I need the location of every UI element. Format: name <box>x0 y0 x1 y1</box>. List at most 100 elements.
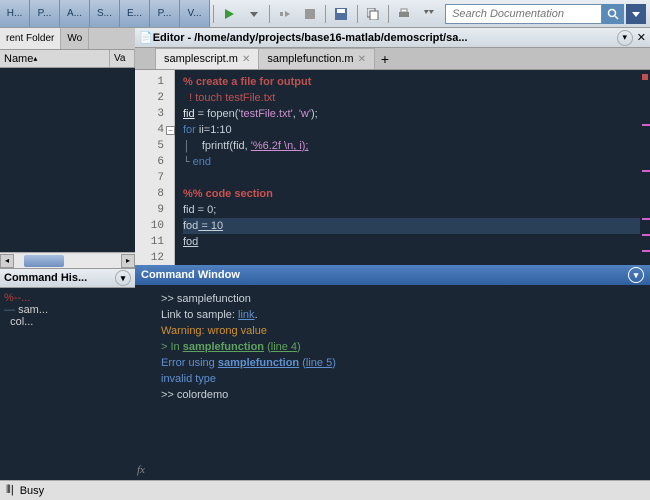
tab-label: samplefunction.m <box>267 53 353 65</box>
warning-marker[interactable] <box>642 170 650 172</box>
command-menu-icon[interactable]: ▾ <box>628 267 644 283</box>
separator <box>213 5 214 23</box>
cmd-line: invalid type <box>161 371 644 387</box>
line-number: 12 <box>135 250 174 265</box>
save-button[interactable] <box>331 3 352 25</box>
history-header: Command His... ▾ <box>0 268 135 288</box>
col-name-label: Name <box>4 53 33 65</box>
file-tab[interactable]: samplefunction.m ✕ <box>258 48 375 69</box>
folder-hscroll[interactable]: ◂ ▸ <box>0 252 135 268</box>
editor-close[interactable]: ✕ <box>637 31 646 44</box>
code-line: fid = 0; <box>183 202 640 218</box>
tab-view[interactable]: V... <box>180 0 210 27</box>
warning-marker[interactable] <box>642 124 650 126</box>
run-button[interactable] <box>219 3 240 25</box>
line-number: 2 <box>135 90 174 106</box>
run-dropdown[interactable] <box>243 3 264 25</box>
copy-button[interactable] <box>362 3 383 25</box>
tab-publish[interactable]: P... <box>150 0 180 27</box>
command-body[interactable]: >> samplefunction Link to sample: link. … <box>155 285 650 480</box>
print-button[interactable] <box>394 3 415 25</box>
warning-marker[interactable] <box>642 218 650 220</box>
search-container <box>445 4 646 24</box>
line-number: 4− <box>135 122 174 138</box>
file-tab-active[interactable]: samplescript.m✕ <box>155 48 259 69</box>
code-margin[interactable] <box>640 70 650 265</box>
separator <box>325 5 326 23</box>
line-number: 6 <box>135 154 174 170</box>
search-button[interactable] <box>602 4 624 24</box>
history-item[interactable]: col... <box>4 316 131 328</box>
code-line: fid = fopen('testFile.txt', 'w'); <box>183 106 640 122</box>
tab-apps[interactable]: A... <box>60 0 90 27</box>
separator <box>269 5 270 23</box>
warning-marker[interactable] <box>642 250 650 252</box>
tab-current-folder[interactable]: rent Folder <box>0 28 61 49</box>
folder-tabs: rent Folder Wo <box>0 28 135 50</box>
status-icon: ⦀| <box>6 484 14 497</box>
code-line: % create a file for output <box>183 74 640 90</box>
line-number: 1 <box>135 74 174 90</box>
line-number: 5 <box>135 138 174 154</box>
tab-shortcuts[interactable]: S... <box>90 0 120 27</box>
search-input[interactable] <box>445 4 602 24</box>
code-line: ! touch testFile.txt <box>183 90 640 106</box>
fold-icon[interactable]: − <box>166 126 175 135</box>
fx-icon[interactable]: fx <box>137 464 145 476</box>
history-item[interactable]: %--... <box>4 292 131 304</box>
history-body[interactable]: %--... — sam... col... <box>0 288 135 480</box>
tab-plots[interactable]: P... <box>30 0 60 27</box>
command-header: Command Window ▾ <box>135 265 650 285</box>
editor-tabs: samplescript.m✕ samplefunction.m ✕ + <box>135 48 650 70</box>
search-dropdown[interactable] <box>626 4 646 24</box>
scroll-right[interactable]: ▸ <box>121 254 135 268</box>
scroll-track[interactable] <box>14 254 121 268</box>
more-button[interactable] <box>419 3 440 25</box>
link[interactable]: samplefunction <box>183 341 264 353</box>
line-gutter[interactable]: 1 2 3 4− 5 6 7 8 9 10 11 12 <box>135 70 175 265</box>
link[interactable]: line 5 <box>306 357 332 369</box>
tab-home[interactable]: H... <box>0 0 30 27</box>
code-line: for ii=1:10 <box>183 122 640 138</box>
scroll-left[interactable]: ◂ <box>0 254 14 268</box>
editor-menu-icon[interactable]: ▾ <box>617 30 633 46</box>
code-line <box>183 170 640 186</box>
step-button[interactable] <box>275 3 296 25</box>
cmd-line: >> colordemo <box>161 387 644 403</box>
line-number: 9 <box>135 202 174 218</box>
main-area: rent Folder Wo Name ▴ Va ◂ ▸ Command His… <box>0 28 650 480</box>
cmd-line: Warning: wrong value <box>161 323 644 339</box>
close-icon[interactable]: ✕ <box>242 54 250 65</box>
status-text: Busy <box>20 485 44 497</box>
col-value[interactable]: Va <box>110 50 135 67</box>
folder-header: Name ▴ Va <box>0 50 135 68</box>
main-toolbar: H... P... A... S... E... P... V... <box>0 0 650 28</box>
status-bar: ⦀| Busy <box>0 480 650 500</box>
new-tab-button[interactable]: + <box>374 48 396 69</box>
scroll-thumb[interactable] <box>24 255 64 267</box>
code-line <box>183 250 640 265</box>
tab-editor[interactable]: E... <box>120 0 150 27</box>
col-name[interactable]: Name ▴ <box>0 50 110 67</box>
line-number: 3 <box>135 106 174 122</box>
editor-area: 1 2 3 4− 5 6 7 8 9 10 11 12 % create a f… <box>135 70 650 265</box>
line-number: 7 <box>135 170 174 186</box>
right-area: 📄 Editor - /home/andy/projects/base16-ma… <box>135 28 650 480</box>
link[interactable]: line 4 <box>271 341 297 353</box>
stop-button[interactable] <box>300 3 321 25</box>
tab-workspace[interactable]: Wo <box>61 28 89 49</box>
editor-header: 📄 Editor - /home/andy/projects/base16-ma… <box>135 28 650 48</box>
close-icon[interactable]: ✕ <box>358 54 366 65</box>
command-title: Command Window <box>141 269 240 281</box>
link[interactable]: link <box>238 309 255 321</box>
folder-body[interactable] <box>0 68 135 252</box>
command-gutter: fx <box>135 285 155 480</box>
code-area[interactable]: % create a file for output ! touch testF… <box>175 70 640 265</box>
warning-marker[interactable] <box>642 234 650 236</box>
error-marker[interactable] <box>642 74 648 80</box>
code-line: %% code section <box>183 186 640 202</box>
history-menu-icon[interactable]: ▾ <box>115 270 131 286</box>
link[interactable]: samplefunction <box>218 357 299 369</box>
command-window: fx >> samplefunction Link to sample: lin… <box>135 285 650 480</box>
history-item[interactable]: — sam... <box>4 304 131 316</box>
